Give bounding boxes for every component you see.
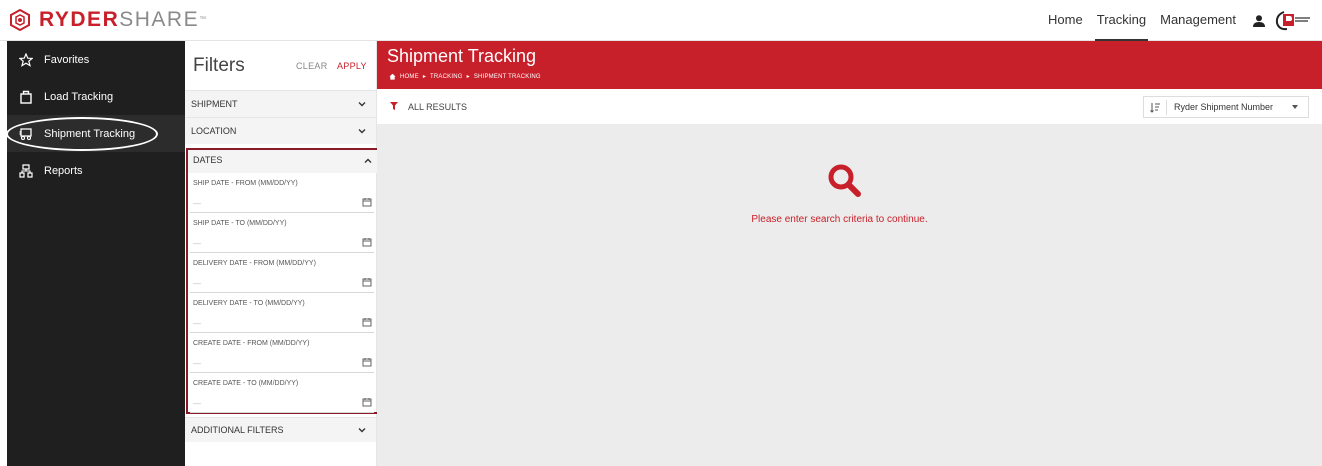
calendar-icon[interactable] (362, 237, 372, 247)
chevron-up-icon (364, 158, 372, 163)
field-value[interactable]: — (193, 239, 201, 248)
sort-value: Ryder Shipment Number (1174, 102, 1274, 112)
sidebar-item-label: Shipment Tracking (44, 127, 136, 140)
truck-icon (19, 127, 32, 140)
breadcrumb-home[interactable]: HOME (400, 74, 419, 80)
calendar-icon[interactable] (362, 277, 372, 287)
filters-title: Filters (193, 54, 245, 76)
top-bar: RYDERSHARE™ Home Tracking Management (0, 0, 1322, 41)
section-label: DATES (193, 155, 223, 165)
field-value[interactable]: — (193, 399, 201, 408)
sort-icon (1150, 103, 1160, 113)
breadcrumb: HOME ▸ TRACKING ▸ SHIPMENT TRACKING (389, 73, 541, 80)
page-header: Shipment Tracking HOME ▸ TRACKING ▸ SHIP… (377, 41, 1322, 89)
calendar-icon[interactable] (362, 357, 372, 367)
filter-section-dates[interactable]: DATES (188, 150, 382, 173)
filter-section-location[interactable]: LOCATION (185, 117, 376, 144)
nav-tracking[interactable]: Tracking (1094, 0, 1149, 41)
sidebar-item-label: Reports (44, 164, 83, 177)
field-label: SHIP DATE - FROM (MM/DD/YY) (193, 180, 298, 187)
page-title: Shipment Tracking (387, 46, 537, 66)
brand-badge-icon (1275, 10, 1310, 30)
field-label: DELIVERY DATE - FROM (MM/DD/YY) (193, 260, 316, 267)
caret-down-icon (1292, 105, 1298, 109)
ship-date-from-field[interactable]: SHIP DATE - FROM (MM/DD/YY) — (190, 173, 374, 213)
field-value[interactable]: — (193, 199, 201, 208)
create-date-to-field[interactable]: CREATE DATE - TO (MM/DD/YY) — (190, 373, 374, 413)
filter-section-shipment[interactable]: SHIPMENT (185, 90, 376, 117)
package-icon (20, 90, 32, 104)
home-icon[interactable] (389, 73, 396, 80)
field-label: CREATE DATE - TO (MM/DD/YY) (193, 380, 299, 387)
section-label: SHIPMENT (191, 99, 238, 109)
section-label: ADDITIONAL FILTERS (191, 425, 284, 435)
divider (1166, 100, 1167, 115)
breadcrumb-separator-icon: ▸ (466, 74, 470, 80)
brand-wordmark: RYDERSHARE™ (39, 9, 208, 31)
calendar-icon[interactable] (362, 197, 372, 207)
brand-secondary: SHARE (119, 8, 200, 31)
delivery-date-to-field[interactable]: DELIVERY DATE - TO (MM/DD/YY) — (190, 293, 374, 333)
dates-section: DATES SHIP DATE - FROM (MM/DD/YY) — SHIP… (186, 148, 384, 414)
brand-trademark: ™ (199, 16, 208, 23)
chevron-down-icon (358, 129, 366, 134)
chevron-down-icon (358, 102, 366, 107)
user-icon[interactable] (1252, 14, 1266, 28)
sidebar-item-favorites[interactable]: Favorites (7, 41, 185, 78)
field-label: CREATE DATE - FROM (MM/DD/YY) (193, 340, 310, 347)
filter-section-additional[interactable]: ADDITIONAL FILTERS (185, 417, 376, 442)
empty-state-message: Please enter search criteria to continue… (751, 214, 928, 225)
field-label: DELIVERY DATE - TO (MM/DD/YY) (193, 300, 305, 307)
reports-icon (19, 163, 33, 178)
sort-select[interactable]: Ryder Shipment Number (1143, 96, 1309, 118)
nav-home[interactable]: Home (1046, 0, 1085, 41)
filter-icon[interactable] (390, 102, 398, 110)
sidebar-item-load-tracking[interactable]: Load Tracking (7, 78, 185, 115)
calendar-icon[interactable] (362, 397, 372, 407)
ryder-logo-icon (10, 9, 30, 31)
star-icon (19, 52, 33, 67)
sidebar-item-reports[interactable]: Reports (7, 152, 185, 189)
delivery-date-from-field[interactable]: DELIVERY DATE - FROM (MM/DD/YY) — (190, 253, 374, 293)
sidebar-item-label: Favorites (44, 53, 90, 66)
sidebar-item-shipment-tracking[interactable]: Shipment Tracking (6, 115, 185, 152)
all-results-label[interactable]: ALL RESULTS (408, 102, 467, 112)
main-content: Shipment Tracking HOME ▸ TRACKING ▸ SHIP… (377, 41, 1322, 466)
create-date-from-field[interactable]: CREATE DATE - FROM (MM/DD/YY) — (190, 333, 374, 373)
section-label: LOCATION (191, 126, 237, 136)
top-nav: Home Tracking Management (1036, 0, 1312, 41)
apply-button[interactable]: APPLY (337, 61, 367, 71)
nav-management[interactable]: Management (1158, 0, 1238, 41)
clear-button[interactable]: CLEAR (296, 61, 328, 71)
field-value[interactable]: — (193, 319, 201, 328)
chevron-down-icon (358, 428, 366, 433)
field-value[interactable]: — (193, 359, 201, 368)
ship-date-to-field[interactable]: SHIP DATE - TO (MM/DD/YY) — (190, 213, 374, 253)
sidebar: Favorites Load Tracking Shipment Trackin… (6, 41, 185, 466)
calendar-icon[interactable] (362, 317, 372, 327)
search-icon (828, 164, 861, 197)
results-toolbar: ALL RESULTS Ryder Shipment Number (377, 89, 1322, 124)
field-value[interactable]: — (193, 279, 201, 288)
ryder-logo[interactable]: RYDERSHARE™ (9, 9, 208, 31)
breadcrumb-shipment-tracking: SHIPMENT TRACKING (473, 73, 541, 80)
breadcrumb-tracking[interactable]: TRACKING (430, 74, 463, 80)
breadcrumb-separator-icon: ▸ (422, 74, 427, 80)
sidebar-item-label: Load Tracking (44, 90, 114, 103)
field-label: SHIP DATE - TO (MM/DD/YY) (193, 220, 287, 227)
brand-primary: RYDER (39, 8, 120, 31)
